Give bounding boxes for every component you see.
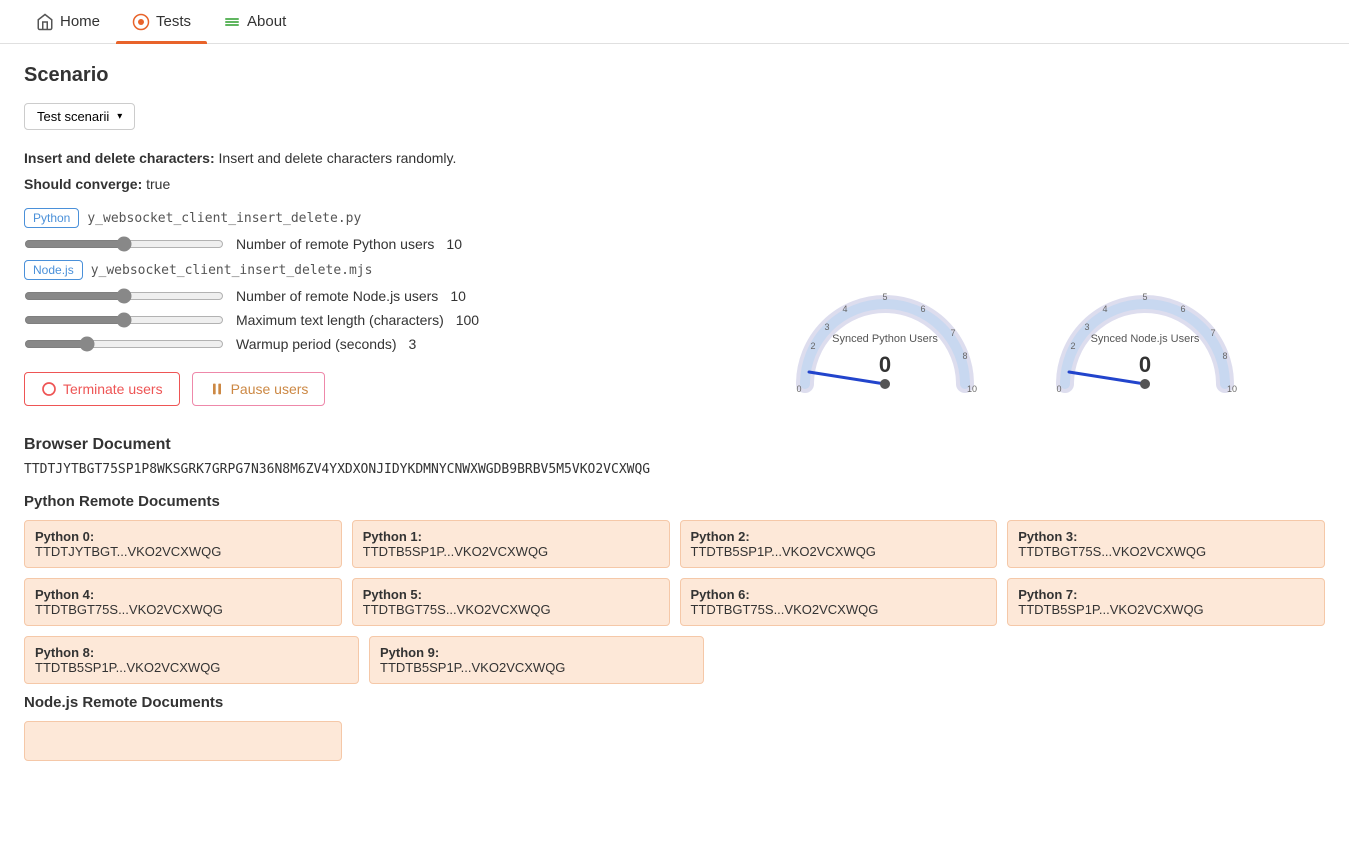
svg-text:8: 8 (962, 351, 967, 361)
python-users-slider[interactable] (24, 236, 224, 252)
svg-text:2: 2 (1070, 341, 1075, 351)
svg-text:Synced Python Users: Synced Python Users (832, 333, 938, 345)
python-badge[interactable]: Python (24, 208, 79, 228)
svg-text:4: 4 (1102, 304, 1107, 314)
python-docs-title: Python Remote Documents (24, 493, 1325, 510)
list-item (24, 721, 342, 761)
list-item: Python 1: TTDTB5SP1P...VKO2VCXWQG (352, 520, 670, 568)
svg-text:7: 7 (1210, 328, 1215, 338)
svg-text:0: 0 (1056, 384, 1061, 394)
pause-icon (209, 381, 225, 397)
nodejs-docs-grid (24, 721, 1325, 761)
svg-text:6: 6 (1180, 304, 1185, 314)
list-item: Python 2: TTDTB5SP1P...VKO2VCXWQG (680, 520, 998, 568)
browser-doc-section: Browser Document TTDTJYTBGT75SP1P8WKSGRK… (24, 436, 1325, 761)
python-users-slider-row: Number of remote Python users 10 (24, 236, 724, 252)
gauge-python: 0 10 2 4 5 6 7 8 3 (785, 264, 985, 404)
python-users-label: Number of remote Python users (236, 236, 434, 252)
python-users-value: 10 (446, 236, 462, 252)
svg-text:6: 6 (920, 304, 925, 314)
warmup-slider[interactable] (24, 336, 224, 352)
svg-text:10: 10 (967, 384, 977, 394)
nodejs-users-value: 10 (450, 288, 466, 304)
warmup-label: Warmup period (seconds) (236, 336, 397, 352)
python-docs-grid: Python 0: TTDTJYTBGT...VKO2VCXWQG Python… (24, 520, 1325, 626)
list-item: Python 9: TTDTB5SP1P...VKO2VCXWQG (369, 636, 704, 684)
list-item: Python 8: TTDTB5SP1P...VKO2VCXWQG (24, 636, 359, 684)
terminate-button[interactable]: Terminate users (24, 372, 180, 406)
terminate-icon (41, 381, 57, 397)
svg-text:3: 3 (824, 322, 829, 332)
gauge-nodejs: 0 10 2 4 5 6 7 8 3 0 Synced Node.js User… (1045, 264, 1245, 404)
svg-text:2: 2 (810, 341, 815, 351)
nodejs-badge[interactable]: Node.js (24, 260, 83, 280)
chevron-down-icon: ▾ (117, 111, 122, 122)
converge: Should converge: true (24, 176, 724, 192)
svg-text:5: 5 (1142, 292, 1147, 302)
svg-text:3: 3 (1084, 322, 1089, 332)
nodejs-users-slider-row: Number of remote Node.js users 10 (24, 288, 724, 304)
python-lang-row: Python y_websocket_client_insert_delete.… (24, 208, 724, 228)
pause-button[interactable]: Pause users (192, 372, 326, 406)
gauge-python-svg: 0 10 2 4 5 6 7 8 3 (785, 264, 985, 404)
nav-about[interactable]: About (207, 0, 302, 44)
action-buttons: Terminate users Pause users (24, 372, 724, 406)
gauge-nodejs-svg: 0 10 2 4 5 6 7 8 3 0 Synced Node.js User… (1045, 264, 1245, 404)
list-item: Python 5: TTDTBGT75S...VKO2VCXWQG (352, 578, 670, 626)
max-text-slider-row: Maximum text length (characters) 100 (24, 312, 724, 328)
svg-text:4: 4 (842, 304, 847, 314)
svg-text:7: 7 (950, 328, 955, 338)
nav-home[interactable]: Home (20, 0, 116, 44)
content-layout: Scenario Test scenarii ▾ Insert and dele… (24, 64, 1325, 406)
python-file: y_websocket_client_insert_delete.py (87, 211, 361, 226)
max-text-value: 100 (456, 312, 479, 328)
python-docs-grid-2: Python 8: TTDTB5SP1P...VKO2VCXWQG Python… (24, 636, 704, 684)
list-item: Python 7: TTDTB5SP1P...VKO2VCXWQG (1007, 578, 1325, 626)
page-title: Scenario (24, 64, 724, 87)
svg-text:0: 0 (1139, 352, 1151, 377)
svg-text:Synced Node.js Users: Synced Node.js Users (1091, 333, 1200, 345)
nav-tests[interactable]: Tests (116, 0, 207, 44)
list-item: Python 3: TTDTBGT75S...VKO2VCXWQG (1007, 520, 1325, 568)
warmup-value: 3 (409, 336, 417, 352)
browser-doc-title: Browser Document (24, 436, 1325, 454)
main-content: Scenario Test scenarii ▾ Insert and dele… (0, 44, 1349, 791)
gauges-container: 0 10 2 4 5 6 7 8 3 (785, 264, 1245, 404)
svg-text:8: 8 (1222, 351, 1227, 361)
scenario-dropdown[interactable]: Test scenarii ▾ (24, 103, 135, 130)
svg-text:5: 5 (882, 292, 887, 302)
tests-icon (132, 13, 150, 31)
svg-text:10: 10 (1227, 384, 1237, 394)
list-item: Python 4: TTDTBGT75S...VKO2VCXWQG (24, 578, 342, 626)
left-panel: Scenario Test scenarii ▾ Insert and dele… (24, 64, 724, 406)
nodejs-users-slider[interactable] (24, 288, 224, 304)
description: Insert and delete characters: Insert and… (24, 150, 724, 166)
nodejs-docs-title: Node.js Remote Documents (24, 694, 1325, 711)
home-icon (36, 13, 54, 31)
svg-text:0: 0 (796, 384, 801, 394)
nodejs-lang-row: Node.js y_websocket_client_insert_delete… (24, 260, 724, 280)
navigation: Home Tests About (0, 0, 1349, 44)
nodejs-users-label: Number of remote Node.js users (236, 288, 438, 304)
max-text-slider[interactable] (24, 312, 224, 328)
about-icon (223, 13, 241, 31)
svg-text:0: 0 (879, 352, 891, 377)
warmup-slider-row: Warmup period (seconds) 3 (24, 336, 724, 352)
config-section: Python y_websocket_client_insert_delete.… (24, 208, 724, 352)
max-text-label: Maximum text length (characters) (236, 312, 444, 328)
nodejs-file: y_websocket_client_insert_delete.mjs (91, 263, 373, 278)
browser-doc-string: TTDTJYTBGT75SP1P8WKSGRK7GRPG7N36N8M6ZV4Y… (24, 462, 1325, 477)
list-item: Python 6: TTDTBGT75S...VKO2VCXWQG (680, 578, 998, 626)
list-item: Python 0: TTDTJYTBGT...VKO2VCXWQG (24, 520, 342, 568)
